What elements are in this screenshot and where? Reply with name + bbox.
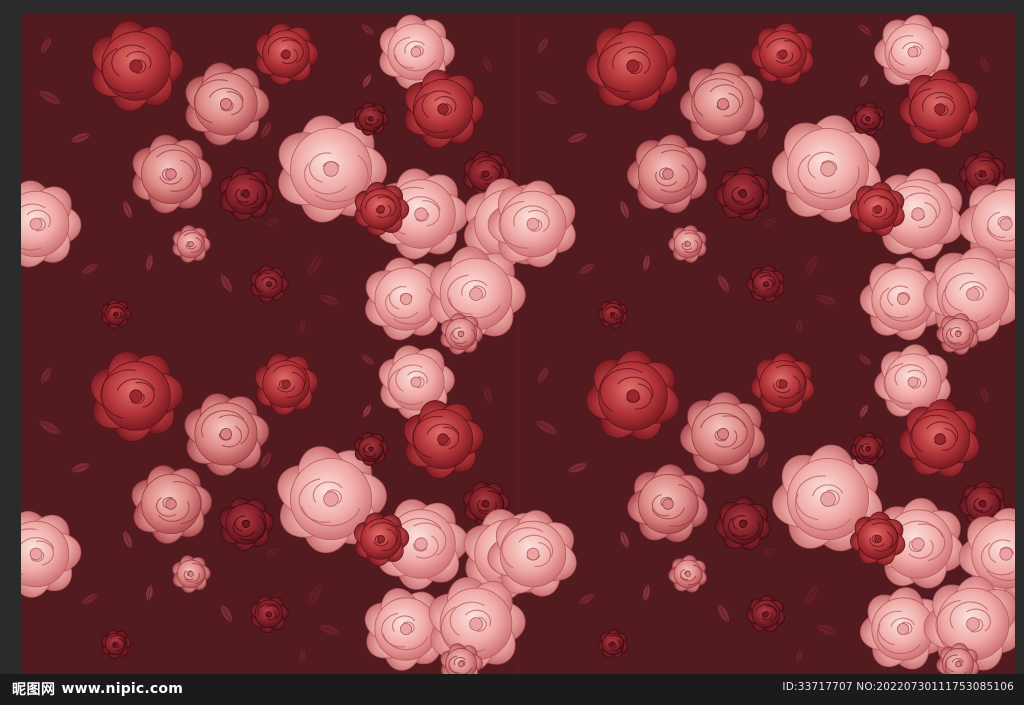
site-name: 昵图网 bbox=[12, 682, 56, 698]
image-id-label: ID:33717707 NO:20220730111753085106 bbox=[782, 681, 1014, 693]
floral-pattern-image bbox=[21, 14, 1015, 674]
image-viewer: 昵图网 www.nipic.com ID:33717707 NO:2022073… bbox=[0, 0, 1024, 705]
site-brand: 昵图网 www.nipic.com bbox=[12, 678, 183, 700]
site-url: www.nipic.com bbox=[61, 681, 184, 697]
floral-pattern-graphic bbox=[21, 14, 1015, 674]
watermark-bar: 昵图网 www.nipic.com ID:33717707 NO:2022073… bbox=[0, 674, 1024, 705]
